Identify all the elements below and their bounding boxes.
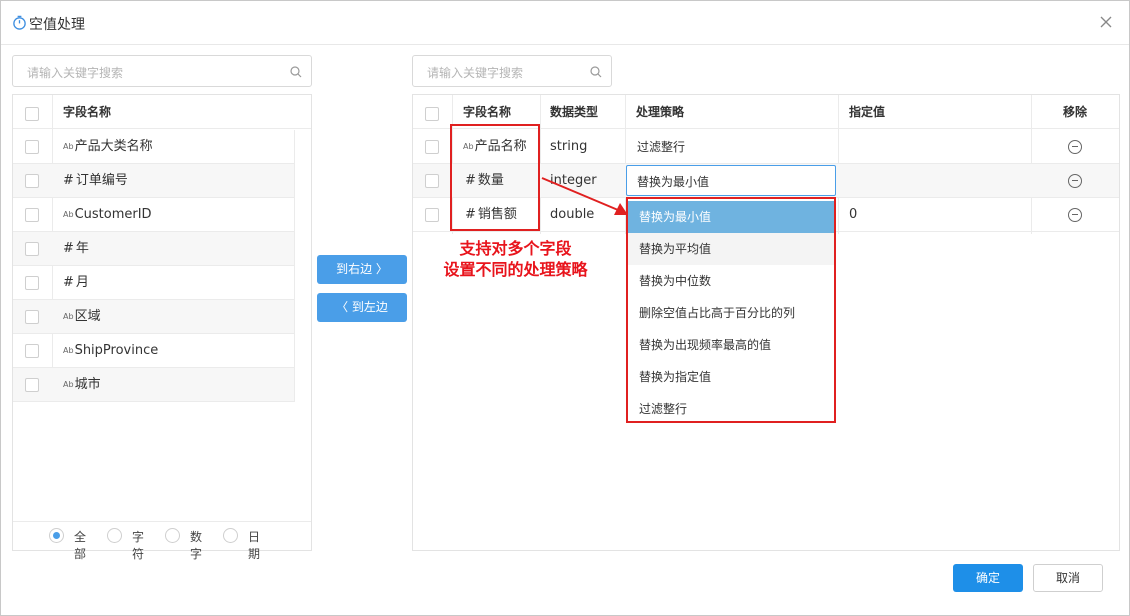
left-search-input[interactable]: 请输入关键字搜索 bbox=[12, 55, 312, 87]
header-strategy: 处理策略 bbox=[636, 105, 685, 119]
number-type-icon: # bbox=[63, 275, 74, 290]
annotation-arrow-icon bbox=[541, 177, 628, 215]
move-right-button[interactable]: 到右边 〉 bbox=[317, 255, 407, 284]
filter-radio-all[interactable] bbox=[49, 528, 64, 543]
field-name: 城市 bbox=[74, 377, 101, 392]
dropdown-option[interactable]: 替换为中位数 bbox=[628, 265, 834, 297]
left-header-field-name: 字段名称 bbox=[63, 105, 112, 119]
filter-label-number: 数字 bbox=[190, 530, 203, 561]
list-item[interactable]: Ab区域 bbox=[13, 300, 295, 334]
filter-label-date: 日期 bbox=[248, 530, 261, 561]
list-item[interactable]: AbCustomerID bbox=[13, 198, 295, 232]
scroll-track-divider bbox=[294, 130, 295, 402]
header-specified-value: 指定值 bbox=[849, 105, 886, 119]
row-checkbox[interactable] bbox=[25, 378, 39, 392]
header-remove: 移除 bbox=[1063, 105, 1088, 119]
remove-icon[interactable] bbox=[1068, 208, 1082, 222]
dropdown-option[interactable]: 替换为出现频率最高的值 bbox=[628, 329, 834, 361]
field-name: 区域 bbox=[74, 309, 101, 324]
remove-icon[interactable] bbox=[1068, 174, 1082, 188]
dropdown-option[interactable]: 替换为最小值 bbox=[628, 201, 834, 233]
left-search-placeholder: 请输入关键字搜索 bbox=[27, 66, 124, 80]
strategy-select[interactable]: 过滤整行 bbox=[637, 130, 685, 164]
select-all-checkbox[interactable] bbox=[25, 107, 39, 121]
list-item[interactable]: AbShipProvince bbox=[13, 334, 295, 368]
number-type-icon: # bbox=[63, 173, 74, 188]
field-name: 月 bbox=[75, 275, 89, 290]
strategy-select-open[interactable]: 替换为最小值 bbox=[626, 165, 836, 196]
move-left-button[interactable]: 〈 到左边 bbox=[317, 293, 407, 322]
clock-icon bbox=[13, 15, 26, 30]
field-name-highlight-box bbox=[450, 124, 540, 231]
row-checkbox[interactable] bbox=[25, 344, 39, 358]
strategy-dropdown: 替换为最小值 替换为平均值 替换为中位数 删除空值占比高于百分比的列 替换为出现… bbox=[626, 197, 836, 423]
number-type-icon: # bbox=[63, 241, 74, 256]
text-type-icon: Ab bbox=[63, 210, 74, 219]
row-checkbox[interactable] bbox=[25, 310, 39, 324]
text-type-icon: Ab bbox=[63, 312, 74, 321]
strategy-select-value: 替换为最小值 bbox=[637, 175, 710, 189]
dropdown-option[interactable]: 过滤整行 bbox=[628, 393, 834, 425]
dialog-titlebar: 空值处理 bbox=[1, 1, 1129, 45]
search-icon bbox=[290, 66, 302, 78]
filter-radio-string[interactable] bbox=[107, 528, 122, 543]
right-search-input[interactable]: 请输入关键字搜索 bbox=[412, 55, 612, 87]
annotation-text: 支持对多个字段 设置不同的处理策略 bbox=[418, 238, 613, 280]
search-icon bbox=[590, 66, 602, 78]
row-checkbox[interactable] bbox=[425, 174, 439, 188]
list-item[interactable]: # 订单编号 bbox=[13, 164, 295, 198]
header-data-type: 数据类型 bbox=[550, 105, 599, 119]
annotation-line-1: 支持对多个字段 bbox=[459, 239, 572, 258]
select-all-checkbox[interactable] bbox=[425, 107, 439, 121]
row-checkbox[interactable] bbox=[25, 276, 39, 290]
filter-radio-number[interactable] bbox=[165, 528, 180, 543]
dropdown-option[interactable]: 删除空值占比高于百分比的列 bbox=[628, 297, 834, 329]
row-checkbox[interactable] bbox=[25, 140, 39, 154]
row-checkbox[interactable] bbox=[425, 140, 439, 154]
annotation-line-2: 设置不同的处理策略 bbox=[443, 260, 588, 279]
filter-label-all: 全部 bbox=[74, 530, 87, 561]
row-checkbox[interactable] bbox=[25, 174, 39, 188]
row-checkbox[interactable] bbox=[425, 208, 439, 222]
text-type-icon: Ab bbox=[63, 346, 74, 355]
field-name: 产品大类名称 bbox=[74, 139, 153, 154]
left-field-panel: 字段名称 Ab产品大类名称 # 订单编号 AbCustomerID # 年 # 月 A… bbox=[12, 94, 312, 551]
text-type-icon: Ab bbox=[63, 380, 74, 389]
remove-icon[interactable] bbox=[1068, 140, 1082, 154]
list-item[interactable]: Ab产品大类名称 bbox=[13, 130, 295, 164]
list-item[interactable]: Ab城市 bbox=[13, 368, 295, 402]
text-type-icon: Ab bbox=[63, 142, 74, 151]
dropdown-option[interactable]: 替换为平均值 bbox=[628, 233, 834, 265]
data-type: string bbox=[550, 139, 588, 154]
dropdown-option[interactable]: 替换为指定值 bbox=[628, 361, 834, 393]
row-checkbox[interactable] bbox=[25, 208, 39, 222]
field-name: 订单编号 bbox=[75, 173, 128, 188]
row-checkbox[interactable] bbox=[25, 242, 39, 256]
left-table-header: 字段名称 bbox=[13, 95, 311, 129]
list-item[interactable]: # 年 bbox=[13, 232, 295, 266]
field-name: ShipProvince bbox=[74, 343, 159, 358]
close-icon[interactable] bbox=[1097, 13, 1115, 31]
specified-value[interactable]: 0 bbox=[849, 198, 857, 232]
field-name: CustomerID bbox=[74, 207, 152, 222]
footer-divider bbox=[13, 521, 311, 522]
right-search-placeholder: 请输入关键字搜索 bbox=[427, 66, 524, 80]
ok-button[interactable]: 确定 bbox=[953, 564, 1023, 592]
cancel-button[interactable]: 取消 bbox=[1033, 564, 1103, 592]
filter-radio-date[interactable] bbox=[223, 528, 238, 543]
null-value-dialog: 空值处理 请输入关键字搜索 字段名称 Ab产品大类名称 # 订单编号 AbCus… bbox=[0, 0, 1130, 616]
dialog-title: 空值处理 bbox=[29, 17, 85, 33]
filter-label-string: 字符 bbox=[132, 530, 145, 561]
field-name: 年 bbox=[75, 241, 89, 256]
list-item[interactable]: # 月 bbox=[13, 266, 295, 300]
